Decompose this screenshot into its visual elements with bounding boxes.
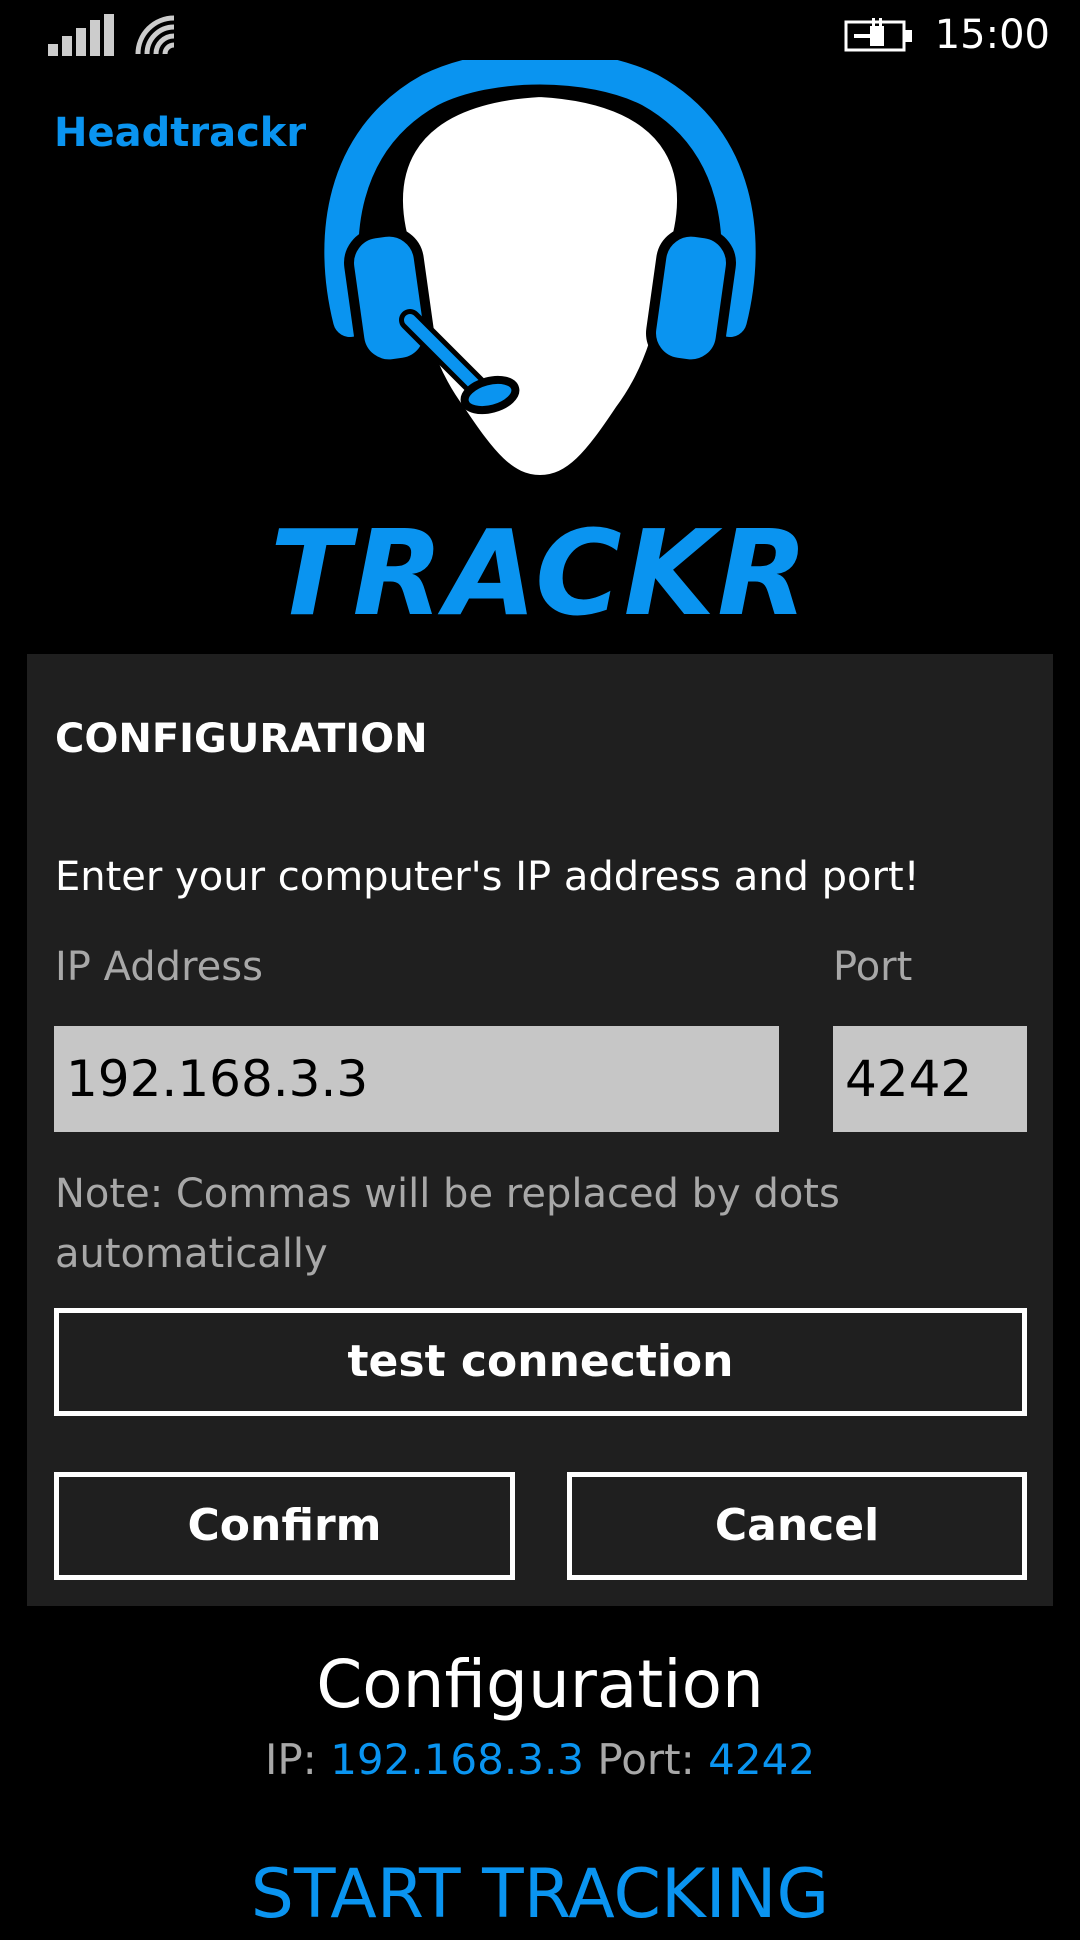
clock: 15:00 xyxy=(934,12,1050,58)
summary-details: IP: 192.168.3.3 Port: 4242 xyxy=(0,1732,1080,1788)
configuration-dialog: CONFIGURATION Enter your computer's IP a… xyxy=(27,654,1053,1606)
summary-ip-value: 192.168.3.3 xyxy=(330,1735,585,1784)
summary-title: Configuration xyxy=(316,1646,764,1723)
ip-address-input[interactable] xyxy=(54,1026,779,1132)
signal-bars-icon xyxy=(48,14,114,56)
dialog-prompt: Enter your computer's IP address and por… xyxy=(55,854,920,900)
brand-wordmark: TRACKR xyxy=(270,504,810,642)
port-label: Port xyxy=(833,944,913,990)
summary-port-value: 4242 xyxy=(708,1735,816,1784)
summary-port-prefix: Port: xyxy=(597,1735,695,1784)
test-connection-button[interactable]: test connection xyxy=(54,1308,1027,1416)
cancel-button[interactable]: Cancel xyxy=(567,1472,1027,1580)
summary-ip-prefix: IP: xyxy=(264,1735,317,1784)
battery-charging-icon xyxy=(844,18,912,52)
ip-address-label: IP Address xyxy=(55,944,263,990)
start-tracking-button[interactable]: START TRACKING xyxy=(0,1850,1080,1940)
app-title: Headtrackr xyxy=(54,110,307,156)
dialog-title: CONFIGURATION xyxy=(55,716,428,762)
confirm-button[interactable]: Confirm xyxy=(54,1472,515,1580)
head-with-headset-icon xyxy=(324,60,756,486)
port-input[interactable] xyxy=(833,1026,1027,1132)
wifi-icon xyxy=(135,15,175,55)
note-text: Note: Commas will be replaced by dots au… xyxy=(55,1171,840,1277)
